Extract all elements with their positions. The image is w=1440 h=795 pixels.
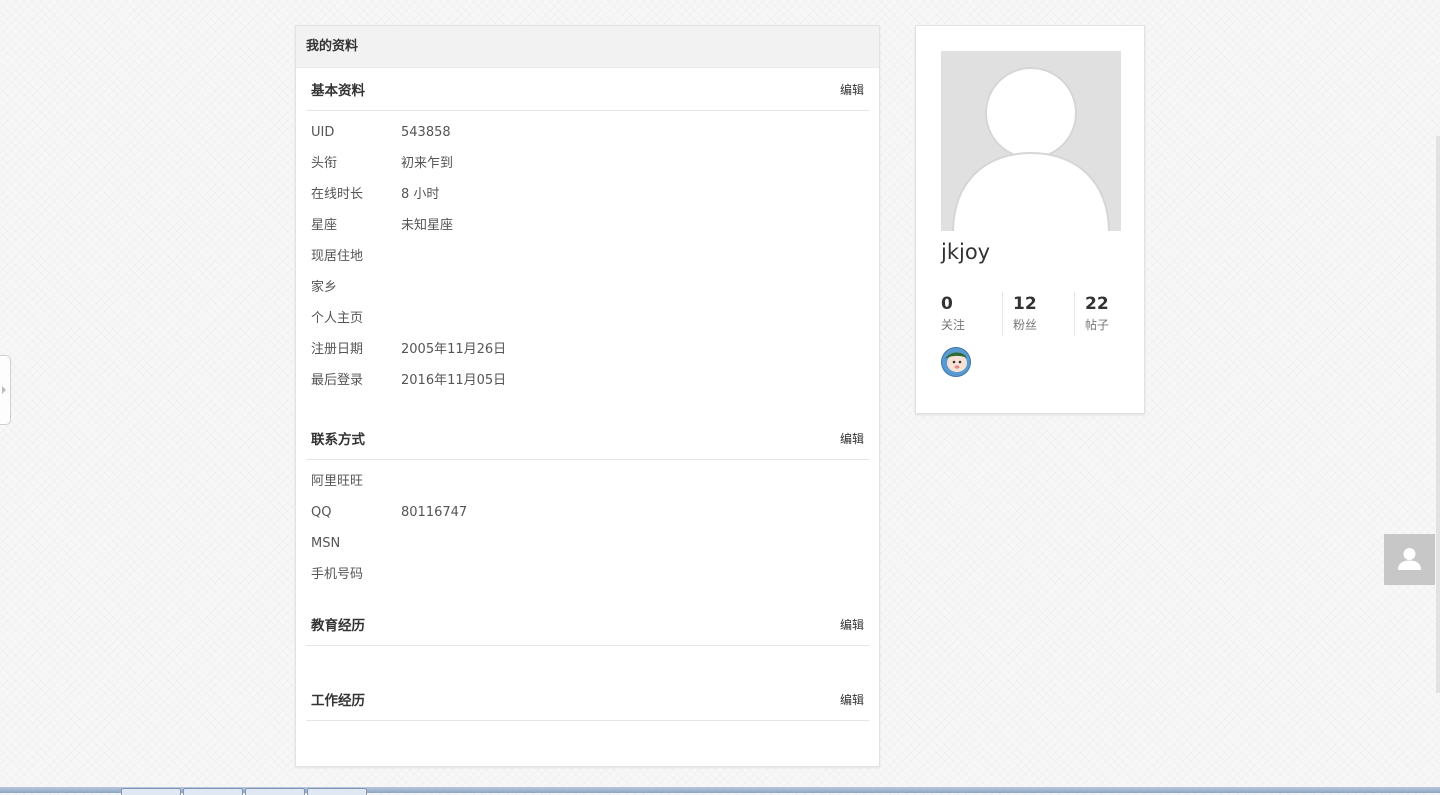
card-title: 我的资料	[296, 26, 879, 68]
edit-education-link[interactable]: 编辑	[840, 616, 864, 633]
taskbar-button[interactable]	[121, 788, 181, 795]
section-header: 工作经历 编辑	[306, 678, 869, 721]
field-row: QQ 80116747	[311, 497, 864, 528]
section-header: 联系方式 编辑	[306, 417, 869, 460]
stat-value: 12	[1013, 294, 1037, 314]
section-title: 联系方式	[311, 432, 365, 448]
stat-value: 0	[941, 294, 953, 314]
stat-label: 粉丝	[1013, 318, 1038, 332]
field-label: QQ	[311, 505, 332, 520]
field-row: 阿里旺旺	[311, 466, 864, 497]
profile-summary-card: jkjoy 0 关注 12 粉丝 22 帖子	[915, 25, 1145, 414]
field-label: 最后登录	[311, 373, 364, 388]
field-row: 在线时长 8 小时	[311, 179, 864, 210]
stat-label: 帖子	[1085, 318, 1110, 332]
field-row: 最后登录 2016年11月05日	[311, 365, 864, 396]
edit-work-link[interactable]: 编辑	[840, 691, 864, 708]
section-header: 基本资料 编辑	[306, 68, 869, 111]
username[interactable]: jkjoy	[941, 240, 990, 264]
empty-section-body	[306, 646, 869, 678]
field-row: 家乡	[311, 272, 864, 303]
sidebar-collapse-tab[interactable]	[0, 355, 11, 425]
field-label: MSN	[311, 536, 341, 551]
section-contact: 联系方式 编辑 阿里旺旺 QQ 80116747 MSN 手机号码	[306, 417, 869, 603]
taskbar-button[interactable]	[245, 788, 305, 795]
section-title: 教育经历	[311, 618, 365, 634]
scrollbar-thumb[interactable]	[1436, 136, 1440, 693]
field-row: 头衔 初来乍到	[311, 148, 864, 179]
default-user-silhouette-icon	[941, 51, 1121, 231]
floating-user-button[interactable]	[1384, 534, 1435, 585]
chevron-right-icon	[2, 386, 6, 394]
stat-following[interactable]: 0 关注	[941, 292, 1002, 336]
profile-details-card: 我的资料 基本资料 编辑 UID 543858 头衔 初来乍到 在线时长 8 小时 星…	[295, 25, 880, 767]
field-label: 个人主页	[311, 311, 364, 326]
field-row: 个人主页	[311, 303, 864, 334]
field-value: 80116747	[401, 505, 468, 520]
taskbar-button[interactable]	[183, 788, 243, 795]
section-header: 教育经历 编辑	[306, 603, 869, 646]
user-icon	[1398, 548, 1421, 570]
field-list: 阿里旺旺 QQ 80116747 MSN 手机号码	[306, 460, 869, 603]
field-row: 手机号码	[311, 559, 864, 590]
section-work: 工作经历 编辑	[306, 678, 869, 721]
cartoon-face-badge-icon[interactable]	[941, 347, 971, 377]
field-list: UID 543858 头衔 初来乍到 在线时长 8 小时 星座 未知星座 现居住地 家乡…	[306, 111, 869, 417]
stats-row: 0 关注 12 粉丝 22 帖子	[941, 292, 1146, 336]
stat-followers[interactable]: 12 粉丝	[1002, 292, 1074, 336]
badge-face-art	[941, 347, 971, 377]
os-taskbar	[0, 787, 1440, 795]
field-row: MSN	[311, 528, 864, 559]
field-label: 手机号码	[311, 567, 364, 582]
section-education: 教育经历 编辑	[306, 603, 869, 678]
field-label: 在线时长	[311, 187, 364, 202]
field-value: 初来乍到	[401, 156, 454, 171]
field-row: 现居住地	[311, 241, 864, 272]
field-value: 543858	[401, 125, 451, 140]
stat-label: 关注	[941, 318, 966, 332]
taskbar-button[interactable]	[307, 788, 367, 795]
field-row: 注册日期 2005年11月26日	[311, 334, 864, 365]
field-value: 2005年11月26日	[401, 342, 507, 357]
section-basic-info: 基本资料 编辑 UID 543858 头衔 初来乍到 在线时长 8 小时 星座 未知星座…	[306, 68, 869, 417]
section-title: 基本资料	[311, 83, 365, 99]
field-label: 星座	[311, 218, 338, 233]
field-label: 头衔	[311, 156, 338, 171]
field-value: 8 小时	[401, 187, 440, 202]
field-label: 现居住地	[311, 249, 364, 264]
stat-value: 22	[1085, 294, 1109, 314]
field-label: 阿里旺旺	[311, 474, 364, 489]
field-row: 星座 未知星座	[311, 210, 864, 241]
edit-basic-info-link[interactable]: 编辑	[840, 81, 864, 98]
edit-contact-link[interactable]: 编辑	[840, 430, 864, 447]
field-label: 家乡	[311, 280, 338, 295]
page-scrollbar[interactable]	[1435, 0, 1440, 793]
field-value: 未知星座	[401, 218, 454, 233]
section-title: 工作经历	[311, 693, 365, 709]
field-row: UID 543858	[311, 117, 864, 148]
stat-posts[interactable]: 22 帖子	[1074, 292, 1146, 336]
field-label: UID	[311, 125, 335, 140]
field-label: 注册日期	[311, 342, 364, 357]
avatar[interactable]	[941, 51, 1121, 231]
field-value: 2016年11月05日	[401, 373, 507, 388]
